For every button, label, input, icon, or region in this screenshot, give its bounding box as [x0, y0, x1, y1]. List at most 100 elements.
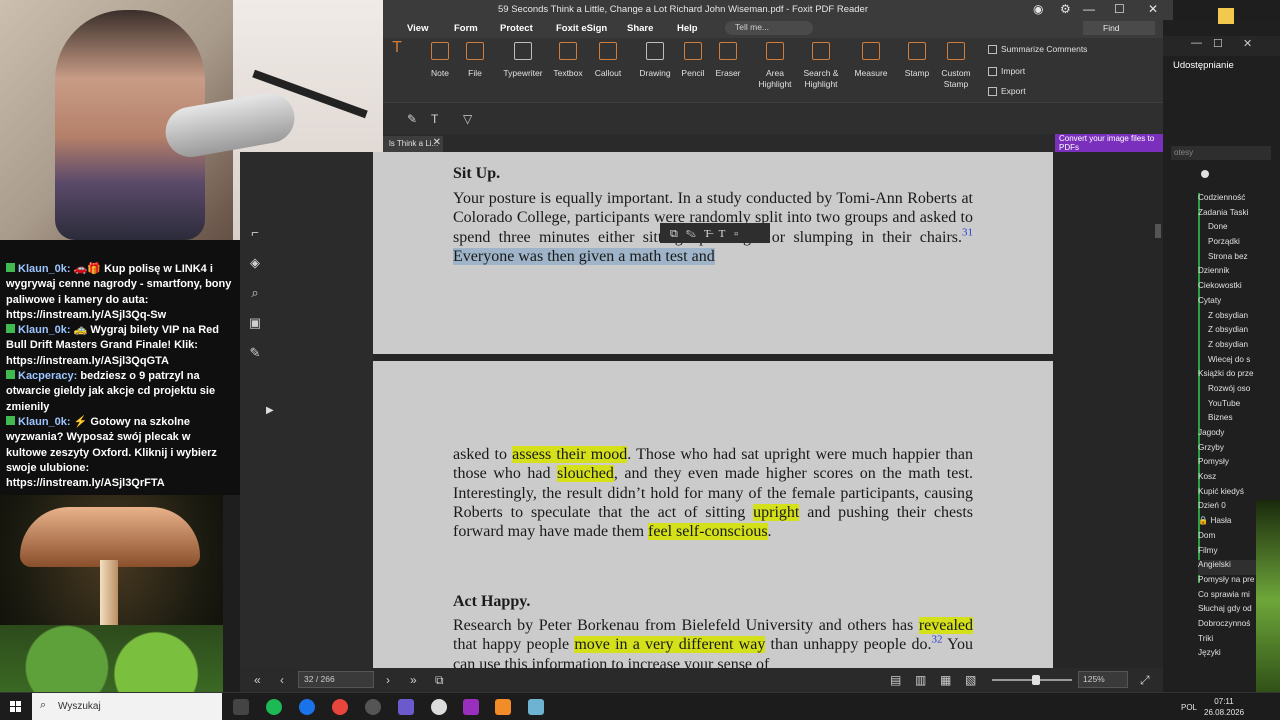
text-format-icon[interactable]: T: [431, 112, 438, 126]
paragraph[interactable]: asked to assess their mood. Those who ha…: [453, 445, 973, 541]
page-number-input[interactable]: 32 / 266: [298, 671, 374, 688]
cover-icon[interactable]: ▧: [965, 673, 976, 687]
tab-help[interactable]: Help: [677, 23, 698, 34]
footnote-link[interactable]: 31: [962, 226, 973, 238]
edge-icon[interactable]: [299, 699, 315, 715]
document-tab[interactable]: ls Think a Li... ✕: [383, 136, 443, 152]
copy-icon[interactable]: ⧉: [435, 673, 444, 688]
prev-page-icon[interactable]: ‹: [280, 673, 284, 687]
folder-icon[interactable]: [1218, 8, 1234, 24]
highlight[interactable]: slouched: [556, 465, 614, 483]
tab-share[interactable]: Share: [627, 23, 653, 34]
lock-icon[interactable]: ▣: [247, 315, 263, 331]
vertical-scrollbar[interactable]: [1153, 152, 1163, 668]
app-icon[interactable]: [463, 699, 479, 715]
zoom-slider-knob[interactable]: [1032, 675, 1040, 685]
single-page-icon[interactable]: ▤: [890, 673, 901, 687]
footnote-link[interactable]: 32: [931, 634, 942, 646]
app-icon[interactable]: [365, 699, 381, 715]
tree-item[interactable]: Done: [1198, 222, 1280, 237]
tree-item[interactable]: Cytaty: [1198, 296, 1280, 311]
text-selection-toolbar[interactable]: ⧉✎T̶T⌑: [660, 223, 770, 243]
tree-item[interactable]: Strona bez: [1198, 252, 1280, 267]
tab-view[interactable]: View: [407, 23, 428, 34]
start-button[interactable]: [10, 701, 22, 713]
scroll-thumb[interactable]: [1155, 224, 1161, 238]
highlight[interactable]: feel self-conscious: [648, 523, 768, 541]
obsidian-icon[interactable]: [398, 699, 414, 715]
notes-search[interactable]: otesy: [1171, 146, 1271, 160]
tree-item[interactable]: Grzyby: [1198, 443, 1280, 458]
dropdown-icon[interactable]: ▽: [463, 112, 472, 126]
highlight[interactable]: assess their mood: [512, 446, 628, 463]
app-icon[interactable]: [431, 699, 447, 715]
notes-close-button[interactable]: ✕: [1243, 37, 1252, 50]
expand-panel-icon[interactable]: ▶: [266, 405, 274, 416]
notes-maximize-button[interactable]: ☐: [1213, 37, 1223, 50]
tree-item[interactable]: Z obsydian: [1198, 325, 1280, 340]
clock[interactable]: 07:11 26.08.2026: [1204, 696, 1244, 718]
signature-icon[interactable]: ✎: [247, 345, 263, 361]
summarize-comments-button[interactable]: Summarize Comments: [988, 44, 1087, 55]
bookmark-icon[interactable]: ⌐: [247, 225, 263, 241]
tree-item[interactable]: Z obsydian: [1198, 311, 1280, 326]
layers-icon[interactable]: ◈: [247, 255, 263, 271]
minimize-button[interactable]: —: [1083, 2, 1095, 16]
task-view-icon[interactable]: [233, 699, 249, 715]
notes-minimize-button[interactable]: —: [1191, 37, 1202, 49]
taskbar-search[interactable]: ⌕ Wyszukaj: [32, 693, 222, 720]
tree-item[interactable]: Porządki: [1198, 237, 1280, 252]
tell-me-input[interactable]: Tell me...: [725, 21, 813, 35]
settings-icon[interactable]: ⚙: [1060, 2, 1071, 16]
tree-item[interactable]: YouTube: [1198, 399, 1280, 414]
tab-foxit-esign[interactable]: Foxit eSign: [556, 23, 607, 34]
maximize-button[interactable]: ☐: [1114, 2, 1125, 16]
tree-item[interactable]: Wiecej do s: [1198, 355, 1280, 370]
eraser-button[interactable]: Eraser: [702, 42, 754, 79]
tree-item[interactable]: Z obsydian: [1198, 340, 1280, 355]
highlight[interactable]: move in a very different way: [574, 636, 766, 654]
find-input[interactable]: Find: [1083, 21, 1155, 35]
import-button[interactable]: Import: [988, 66, 1025, 77]
highlight[interactable]: upright: [753, 503, 800, 521]
measure-button[interactable]: Measure: [845, 42, 897, 79]
tree-item[interactable]: Codzienność: [1198, 193, 1280, 208]
tree-item[interactable]: Książki do prze: [1198, 369, 1280, 384]
first-page-icon[interactable]: «: [254, 673, 261, 687]
facing-icon[interactable]: ▦: [940, 673, 951, 687]
tree-item[interactable]: Pomysły: [1198, 457, 1280, 472]
fullscreen-icon[interactable]: ⤢: [1140, 673, 1150, 688]
chrome-icon[interactable]: [332, 699, 348, 715]
attachment-icon[interactable]: ⌕: [247, 285, 263, 301]
zoom-select[interactable]: 125%: [1078, 671, 1128, 688]
tree-item[interactable]: Biznes: [1198, 413, 1280, 428]
area-highlight-button[interactable]: Area Highlight: [749, 42, 801, 90]
search-highlight-button[interactable]: Search & Highlight: [795, 42, 847, 90]
close-tab-icon[interactable]: ✕: [433, 137, 441, 148]
custom-stamp-button[interactable]: Custom Stamp: [930, 42, 982, 90]
export-button[interactable]: Export: [988, 86, 1026, 97]
file-button[interactable]: File: [449, 42, 501, 79]
tab-form[interactable]: Form: [454, 23, 478, 34]
tree-item[interactable]: Jagody: [1198, 428, 1280, 443]
last-page-icon[interactable]: »: [410, 673, 417, 687]
share-button[interactable]: Udostępnianie: [1173, 60, 1234, 71]
tree-item[interactable]: Rozwój oso: [1198, 384, 1280, 399]
convert-ad-banner[interactable]: Convert your image files to PDFs: [1055, 134, 1173, 152]
zoom-slider[interactable]: [992, 675, 1072, 685]
tree-item[interactable]: Zadania Taski: [1198, 208, 1280, 223]
new-note-icon[interactable]: [1201, 170, 1209, 178]
language-indicator[interactable]: POL: [1181, 703, 1197, 712]
account-icon[interactable]: ◉: [1033, 2, 1043, 16]
next-page-icon[interactable]: ›: [386, 673, 390, 687]
app-icon[interactable]: [528, 699, 544, 715]
tree-item[interactable]: Ciekowostki: [1198, 281, 1280, 296]
highlight[interactable]: revealed: [918, 617, 974, 634]
tab-protect[interactable]: Protect: [500, 23, 533, 34]
spotify-icon[interactable]: [266, 699, 282, 715]
foxit-icon[interactable]: [495, 699, 511, 715]
tree-item[interactable]: Kosz: [1198, 472, 1280, 487]
paragraph[interactable]: Research by Peter Borkenau from Bielefel…: [453, 616, 974, 674]
tree-item[interactable]: Dziennik: [1198, 266, 1280, 281]
continuous-icon[interactable]: ▥: [915, 673, 926, 687]
